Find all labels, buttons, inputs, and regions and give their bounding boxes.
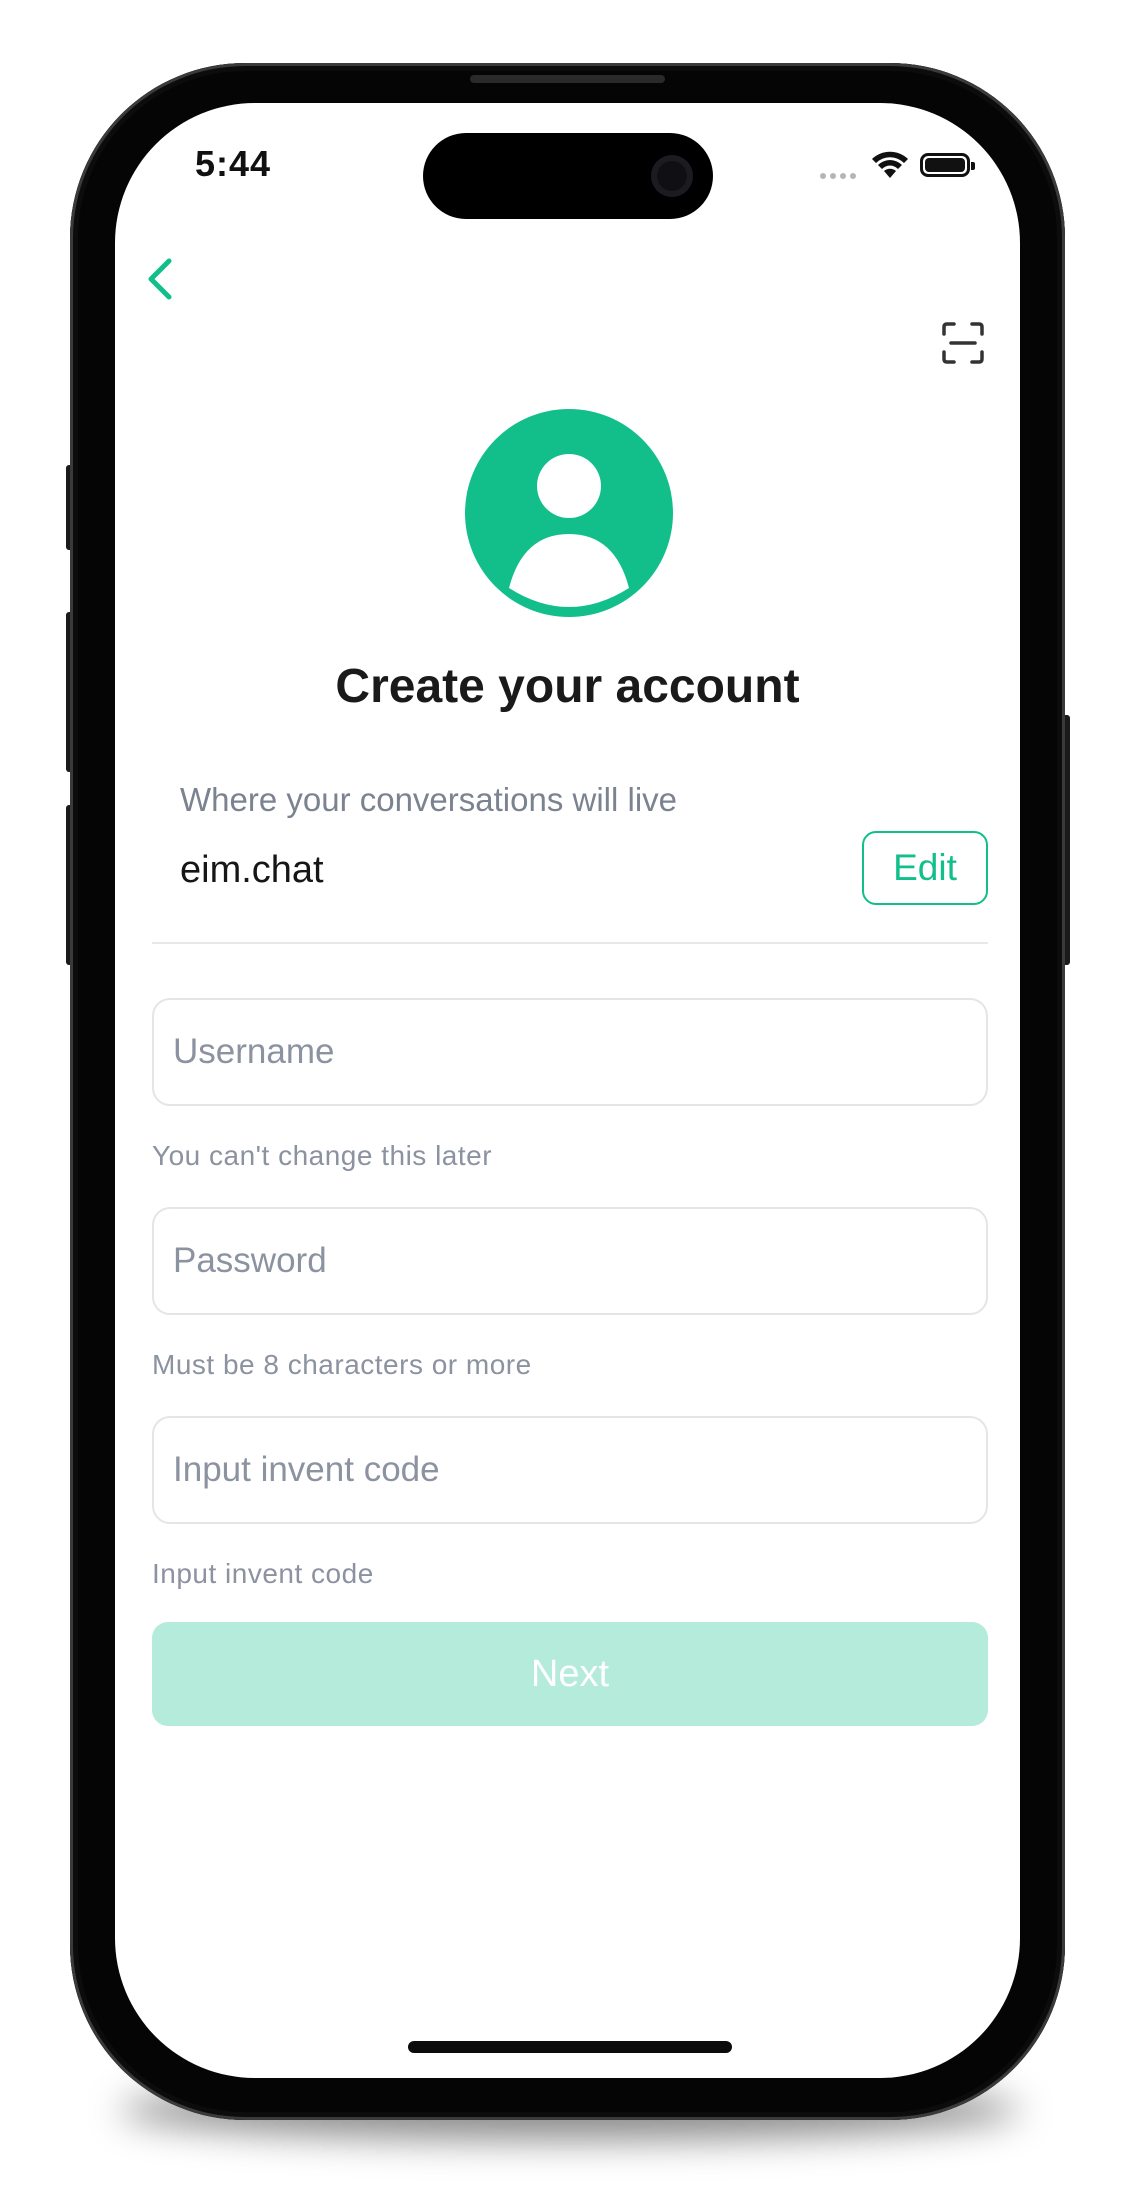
- invite-code-input[interactable]: [154, 1418, 986, 1522]
- user-avatar-icon: [465, 409, 673, 617]
- server-caption: Where your conversations will live: [180, 781, 678, 818]
- edit-server-button[interactable]: Edit: [862, 831, 988, 905]
- wifi-icon: [872, 151, 908, 178]
- home-indicator[interactable]: [408, 2041, 732, 2053]
- dynamic-island: [423, 133, 713, 219]
- scan-button[interactable]: [938, 318, 988, 368]
- front-camera: [651, 155, 693, 197]
- app-screen: 5:44 Create your account Where your conv…: [115, 103, 1020, 2078]
- username-field[interactable]: [152, 998, 988, 1106]
- scan-icon: [942, 322, 984, 364]
- username-hint: You can't change this later: [152, 1140, 493, 1171]
- username-input[interactable]: [154, 1000, 986, 1104]
- status-time: 5:44: [195, 143, 272, 184]
- cellular-signal-icon: [820, 173, 856, 179]
- chevron-left-icon: [148, 258, 172, 300]
- back-button[interactable]: [133, 243, 193, 313]
- password-input[interactable]: [154, 1209, 986, 1313]
- divider: [152, 942, 988, 944]
- battery-icon: [920, 153, 975, 177]
- server-name: eim.chat: [180, 849, 324, 891]
- password-hint: Must be 8 characters or more: [152, 1349, 532, 1380]
- password-field[interactable]: [152, 1207, 988, 1315]
- next-button[interactable]: Next: [152, 1622, 988, 1726]
- invite-code-hint: Input invent code: [152, 1558, 374, 1589]
- earpiece-speaker: [470, 75, 665, 83]
- invite-code-field[interactable]: [152, 1416, 988, 1524]
- page-title: Create your account: [335, 660, 800, 713]
- device-mockup: 5:44 Create your account Where your conv…: [0, 0, 1135, 2210]
